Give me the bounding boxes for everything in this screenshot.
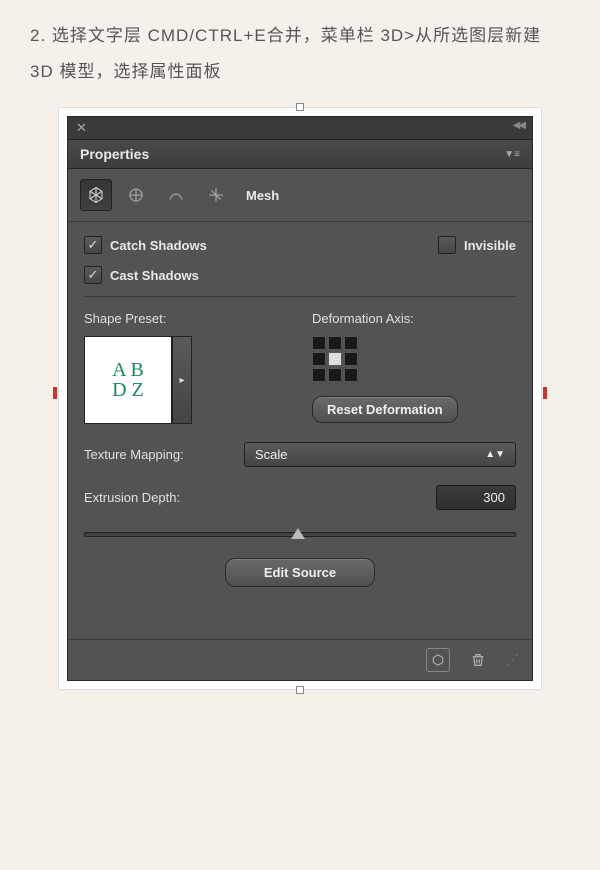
panel-footer: ⋰ xyxy=(68,639,532,680)
shape-preset-picker[interactable]: A B D Z ▸ xyxy=(84,336,194,424)
texture-mapping-label: Texture Mapping: xyxy=(84,447,234,462)
deform-tab-icon[interactable] xyxy=(120,179,152,211)
tab-label: Mesh xyxy=(246,188,279,203)
deform-axis-label: Deformation Axis: xyxy=(312,311,516,326)
tab-row: Mesh xyxy=(68,169,532,222)
texture-mapping-dropdown[interactable]: Scale ▲▼ xyxy=(244,442,516,467)
trash-icon[interactable] xyxy=(466,648,490,672)
texture-mapping-value: Scale xyxy=(255,447,288,462)
invisible-checkbox[interactable] xyxy=(438,236,456,254)
shape-preset-label: Shape Preset: xyxy=(84,311,288,326)
properties-panel: ✕ ◀◀ Properties ▼≡ Mesh xyxy=(67,116,533,681)
divider xyxy=(84,296,516,297)
transform-handle-left[interactable] xyxy=(53,387,57,399)
panel-header: ✕ ◀◀ xyxy=(68,117,532,140)
extrusion-depth-input[interactable]: 300 xyxy=(436,485,516,510)
panel-title-row: Properties ▼≡ xyxy=(68,140,532,169)
dropdown-arrows-icon: ▲▼ xyxy=(485,449,505,460)
shape-preset-thumb: A B D Z xyxy=(84,336,172,424)
edit-source-button[interactable]: Edit Source xyxy=(225,558,375,587)
render-icon[interactable] xyxy=(426,648,450,672)
cast-shadows-label: Cast Shadows xyxy=(110,268,199,283)
mesh-section: ✓ Catch Shadows Invisible ✓ Cast Shadows… xyxy=(68,222,532,639)
panel-title: Properties xyxy=(80,146,149,162)
reset-deformation-button[interactable]: Reset Deformation xyxy=(312,396,458,423)
cap-tab-icon[interactable] xyxy=(160,179,192,211)
extrusion-row: Extrusion Depth: 300 xyxy=(84,485,516,510)
panel-menu-icon[interactable]: ▼≡ xyxy=(504,149,520,160)
shape-preset-dropdown-icon[interactable]: ▸ xyxy=(172,336,192,424)
extrusion-depth-label: Extrusion Depth: xyxy=(84,490,234,505)
coordinates-tab-icon[interactable] xyxy=(200,179,232,211)
preset-deform-row: Shape Preset: A B D Z ▸ Deformation Axis… xyxy=(84,311,516,424)
resize-grip-icon[interactable]: ⋰ xyxy=(506,656,518,664)
instruction-text: 2. 选择文字层 CMD/CTRL+E合并，菜单栏 3D>从所选图层新建 3D … xyxy=(30,18,570,89)
texture-mapping-row: Texture Mapping: Scale ▲▼ xyxy=(84,442,516,467)
catch-shadows-label: Catch Shadows xyxy=(110,238,207,253)
panel-container: ✕ ◀◀ Properties ▼≡ Mesh xyxy=(58,107,542,690)
mesh-tab-icon[interactable] xyxy=(80,179,112,211)
extrusion-slider[interactable] xyxy=(84,528,516,540)
deformation-axis-grid[interactable] xyxy=(312,336,516,382)
transform-handle-bottom[interactable] xyxy=(296,686,304,694)
transform-handle-top[interactable] xyxy=(296,103,304,111)
shadows-row-2: ✓ Cast Shadows xyxy=(84,266,516,284)
transform-handle-right[interactable] xyxy=(543,387,547,399)
invisible-label: Invisible xyxy=(464,238,516,253)
shadows-row-1: ✓ Catch Shadows Invisible xyxy=(84,236,516,254)
catch-shadows-checkbox[interactable]: ✓ xyxy=(84,236,102,254)
close-icon[interactable]: ✕ xyxy=(76,120,87,136)
slider-thumb[interactable] xyxy=(291,528,305,539)
collapse-icon[interactable]: ◀◀ xyxy=(513,120,524,136)
cast-shadows-checkbox[interactable]: ✓ xyxy=(84,266,102,284)
